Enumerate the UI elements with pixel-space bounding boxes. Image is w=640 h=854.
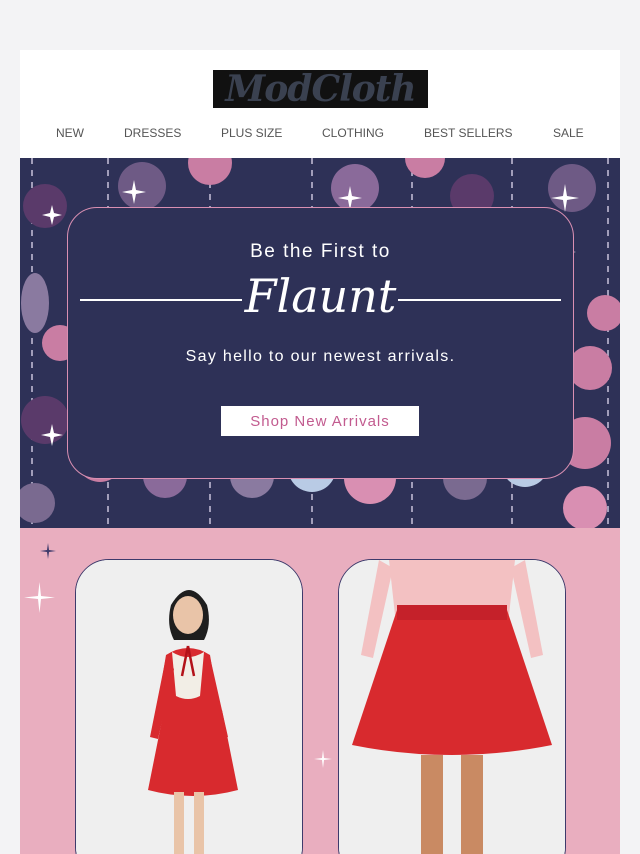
nav-best-sellers[interactable]: BEST SELLERS <box>424 126 513 140</box>
modcloth-logo[interactable]: ModCloth <box>213 70 428 108</box>
email-card: ModCloth NEW DRESSES PLUS SIZE CLOTHING … <box>20 50 620 854</box>
nav-plus-size[interactable]: PLUS SIZE <box>221 126 282 140</box>
red-dress-model-image <box>76 560 302 854</box>
product-section <box>20 528 620 854</box>
red-skirt-model-image <box>339 560 565 854</box>
shop-new-arrivals-button[interactable]: Shop New Arrivals <box>221 406 419 436</box>
nav-new[interactable]: NEW <box>56 126 84 140</box>
product-card-skirt[interactable] <box>338 559 566 854</box>
hero-title: Flaunt <box>244 269 397 323</box>
nav-dresses[interactable]: DRESSES <box>124 126 181 140</box>
main-nav: NEW DRESSES PLUS SIZE CLOTHING BEST SELL… <box>20 126 620 142</box>
hero-subtitle: Say hello to our newest arrivals. <box>185 348 456 365</box>
nav-clothing[interactable]: CLOTHING <box>322 126 384 140</box>
hero-panel: Be the First to Flaunt Say hello to our … <box>67 207 574 479</box>
logo-text: ModCloth <box>225 68 416 110</box>
nav-sale[interactable]: SALE <box>553 126 584 140</box>
hero-pretitle: Be the First to <box>250 241 391 262</box>
product-card-dress[interactable] <box>75 559 303 854</box>
hero-title-row: Flaunt <box>80 268 561 324</box>
hero-banner[interactable]: Be the First to Flaunt Say hello to our … <box>20 158 620 528</box>
